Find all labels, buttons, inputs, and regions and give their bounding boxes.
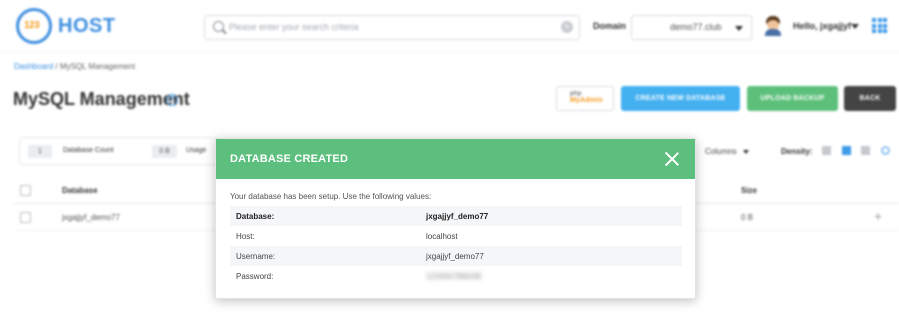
logo-text: HOST [58, 15, 116, 37]
breadcrumb-current: MySQL Management [59, 62, 136, 71]
field-row-username: Username: jxgajjyf_demo77 [230, 246, 682, 266]
domain-select[interactable]: demo77.club [631, 15, 752, 40]
chevron-down-icon [735, 26, 743, 31]
clear-search-icon[interactable]: × [561, 21, 573, 33]
cell-database: jxgajjyf_demo77 [62, 213, 120, 222]
field-value: jxgajjyf_demo77 [426, 212, 489, 221]
select-all-checkbox[interactable] [20, 185, 31, 196]
density-default-icon[interactable] [842, 146, 851, 155]
row-checkbox[interactable] [20, 212, 31, 223]
cell-size: 0 B [741, 213, 754, 222]
column-header-database[interactable]: Database [62, 186, 98, 195]
field-key: Database: [236, 212, 275, 221]
stats-bar: 1 Database Count 0 B Usage [19, 137, 217, 165]
column-header-size[interactable]: Size [741, 186, 757, 195]
modal-title: DATABASE CREATED [230, 153, 349, 165]
logo-badge-icon: 123 [16, 8, 52, 44]
modal-intro-text: Your database has been setup. Use the fo… [230, 192, 432, 201]
expand-row-icon[interactable]: + [874, 208, 882, 224]
settings-icon[interactable] [881, 146, 890, 155]
close-icon[interactable] [663, 150, 681, 168]
apps-grid-icon[interactable] [872, 18, 887, 33]
chevron-down-icon [743, 150, 749, 154]
field-row-password: Password: 1234567890AB [230, 266, 682, 286]
breadcrumb-separator: / [53, 62, 60, 71]
field-key: Host: [236, 232, 255, 241]
db-count-badge: 1 [28, 145, 52, 158]
user-greeting[interactable]: Hello, jxgajjyf [793, 21, 851, 31]
field-value-password: 1234567890AB [426, 272, 482, 281]
avatar[interactable] [764, 16, 782, 36]
top-navbar: 123 HOST Please enter your search criter… [0, 0, 899, 52]
db-count-label: Database Count [63, 147, 114, 154]
field-key: Username: [236, 252, 276, 261]
search-bar[interactable]: Please enter your search criteria × [204, 15, 580, 40]
domain-value: demo77.club [670, 22, 722, 32]
field-key: Password: [236, 272, 274, 281]
usage-label: Usage [186, 147, 207, 154]
columns-button[interactable]: Columns [697, 141, 761, 161]
columns-label: Columns [705, 147, 737, 156]
breadcrumb: Dashboard / MySQL Management [14, 62, 135, 71]
density-compact-icon[interactable] [822, 146, 831, 155]
help-icon[interactable]: ? [166, 94, 178, 106]
modal-header: DATABASE CREATED [216, 139, 695, 179]
usage-badge: 0 B [152, 145, 177, 158]
page-title: MySQL Management [13, 89, 190, 109]
database-created-modal: DATABASE CREATED Your database has been … [215, 138, 696, 299]
logo[interactable]: 123 HOST [16, 8, 136, 44]
breadcrumb-dashboard-link[interactable]: Dashboard [14, 62, 53, 71]
search-input[interactable]: Please enter your search criteria [229, 22, 359, 32]
create-database-button[interactable]: CREATE NEW DATABASE [621, 86, 740, 111]
phpmyadmin-button[interactable]: php MyAdmin [556, 86, 614, 111]
density-comfortable-icon[interactable] [861, 146, 870, 155]
density-label: Density: [781, 147, 813, 156]
phpmyadmin-label-2: MyAdmin [570, 97, 603, 104]
field-value: jxgajjyf_demo77 [426, 252, 484, 261]
field-row-host: Host: localhost [230, 226, 682, 246]
field-value: localhost [426, 232, 458, 241]
logo-badge-text: 123 [24, 20, 40, 31]
back-button[interactable]: BACK [844, 86, 896, 111]
field-row-database: Database: jxgajjyf_demo77 [230, 206, 682, 226]
domain-label: Domain [593, 21, 627, 31]
user-menu-chevron-icon[interactable] [851, 24, 859, 29]
search-icon [213, 21, 224, 32]
upload-backup-button[interactable]: UPLOAD BACKUP [747, 86, 838, 111]
